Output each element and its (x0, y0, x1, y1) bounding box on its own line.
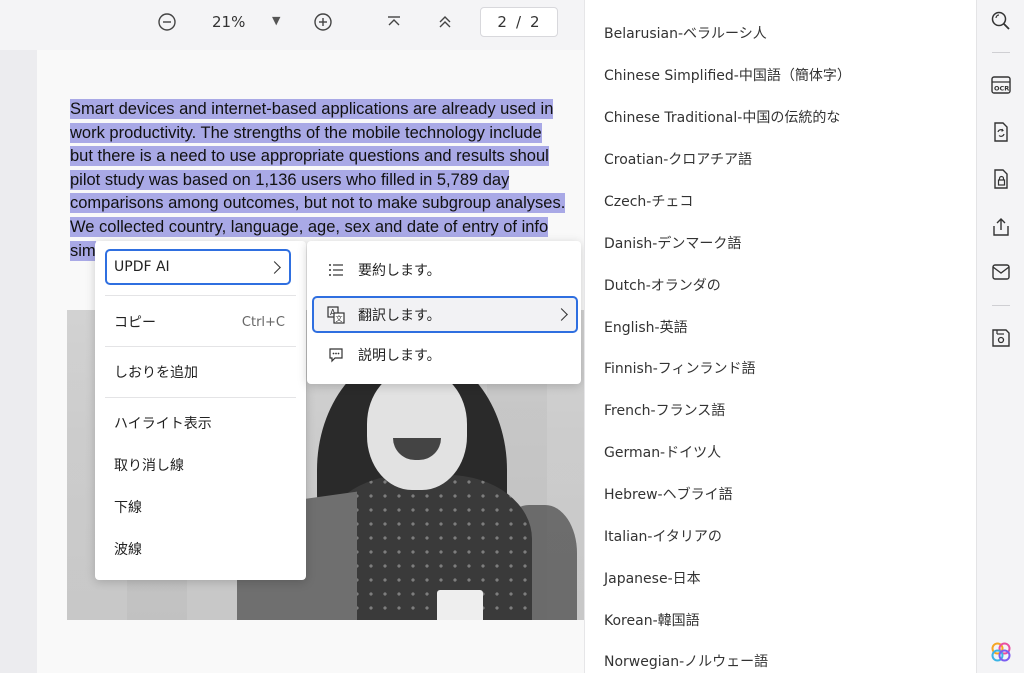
current-page: 2 (497, 13, 508, 31)
chevron-right-icon (555, 308, 568, 321)
updf-ai-logo-icon[interactable] (986, 637, 1016, 667)
menu-item-label: コピー (114, 315, 156, 331)
share-icon[interactable] (986, 212, 1016, 242)
chat-bubble-icon (327, 346, 345, 364)
language-option[interactable]: Chinese Simplified-中国語（簡体字） (604, 65, 851, 89)
mail-icon[interactable] (986, 257, 1016, 287)
menu-divider (105, 397, 296, 398)
menu-item-copy[interactable]: コピー Ctrl+C (95, 306, 306, 338)
menu-divider (105, 346, 296, 347)
list-icon (327, 261, 345, 279)
rail-divider (992, 305, 1010, 306)
submenu-item-label: 翻訳します。 (358, 307, 441, 324)
text-line: comparisons among outcomes, but not to m… (70, 193, 566, 214)
menu-item-label: しおりを追加 (114, 365, 198, 381)
text-line: pilot study was based on 1,136 users who… (70, 169, 510, 190)
zoom-in-icon[interactable] (312, 11, 334, 33)
text-line: but there is a need to use appropriate q… (70, 146, 549, 167)
language-option[interactable]: Japanese-日本 (604, 568, 701, 592)
language-option[interactable]: Chinese Traditional-中国の伝統的な (604, 107, 840, 131)
menu-item-label: 下線 (114, 500, 142, 516)
language-option[interactable]: Finnish-フィンランド語 (604, 358, 756, 382)
right-tool-rail: OCR (976, 0, 1024, 673)
zoom-dropdown-icon[interactable]: ▼ (272, 14, 280, 27)
menu-item-label: ハイライト表示 (114, 416, 212, 432)
submenu-item-label: 説明します。 (358, 348, 441, 364)
top-toolbar: 21% ▼ 2 / 2 (0, 0, 584, 50)
language-option[interactable]: Italian-イタリアの (604, 526, 722, 550)
submenu-item-summarize[interactable]: 要約します。 (307, 252, 581, 288)
language-option[interactable]: Czech-チェコ (604, 191, 693, 215)
language-option[interactable]: English-英語 (604, 317, 688, 341)
language-option[interactable]: Belarusian-ベラルーシ人 (604, 23, 767, 47)
context-menu: UPDF AI コピー Ctrl+C しおりを追加 ハイライト表示 取り消し線 … (95, 241, 306, 580)
search-icon[interactable] (986, 6, 1016, 36)
language-option[interactable]: Hebrew-ヘブライ語 (604, 484, 733, 508)
ai-submenu: 要約します。 A文 翻訳します。 説明します。 (307, 241, 581, 384)
first-page-icon[interactable] (383, 11, 405, 33)
menu-item-squiggly[interactable]: 波線 (95, 533, 306, 565)
save-icon[interactable] (986, 323, 1016, 353)
chevron-right-icon (268, 260, 281, 274)
language-option[interactable]: Danish-デンマーク語 (604, 233, 741, 257)
svg-text:文: 文 (336, 314, 343, 323)
language-option[interactable]: German-ドイツ人 (604, 442, 721, 466)
prev-page-icon[interactable] (434, 11, 456, 33)
submenu-item-label: 要約します。 (358, 263, 441, 279)
menu-item-label: 取り消し線 (114, 458, 184, 474)
text-line: work productivity. The strengths of the … (70, 122, 542, 143)
text-line: sim (70, 240, 96, 261)
page-separator: / (515, 13, 523, 31)
language-option[interactable]: French-フランス語 (604, 400, 725, 424)
menu-item-shortcut: Ctrl+C (241, 314, 285, 330)
rail-divider (992, 52, 1010, 53)
text-line: Smart devices and internet-based applica… (70, 99, 554, 119)
page-number-field[interactable]: 2 / 2 (480, 7, 558, 37)
language-option[interactable]: Dutch-オランダの (604, 275, 721, 299)
zoom-level[interactable]: 21% (212, 13, 245, 31)
zoom-out-icon[interactable] (156, 11, 178, 33)
menu-item-label: 波線 (114, 542, 142, 558)
menu-item-updf-ai[interactable]: UPDF AI (105, 249, 291, 285)
language-option[interactable]: Croatian-クロアチア語 (604, 149, 752, 173)
submenu-item-explain[interactable]: 説明します。 (307, 337, 581, 373)
submenu-item-translate[interactable]: A文 翻訳します。 (312, 296, 578, 333)
language-option[interactable]: Korean-韓国語 (604, 610, 700, 634)
svg-text:OCR: OCR (994, 85, 1009, 93)
text-line: We collected country, language, age, sex… (70, 216, 549, 237)
language-option[interactable]: Norwegian-ノルウェー語 (604, 651, 768, 673)
menu-item-add-bookmark[interactable]: しおりを追加 (95, 356, 306, 388)
menu-item-underline[interactable]: 下線 (95, 491, 306, 523)
language-list: Belarusian-ベラルーシ人 Chinese Simplified-中国語… (584, 0, 977, 673)
menu-item-strikethrough[interactable]: 取り消し線 (95, 449, 306, 481)
total-pages: 2 (530, 13, 541, 31)
protect-icon[interactable] (986, 164, 1016, 194)
selected-text-block[interactable]: Smart devices and internet-based applica… (70, 98, 584, 263)
menu-divider (105, 295, 296, 296)
translate-icon: A文 (327, 305, 345, 324)
convert-icon[interactable] (986, 117, 1016, 147)
menu-item-label: UPDF AI (114, 259, 170, 275)
menu-item-highlight[interactable]: ハイライト表示 (95, 407, 306, 439)
ocr-icon[interactable]: OCR (986, 70, 1016, 100)
